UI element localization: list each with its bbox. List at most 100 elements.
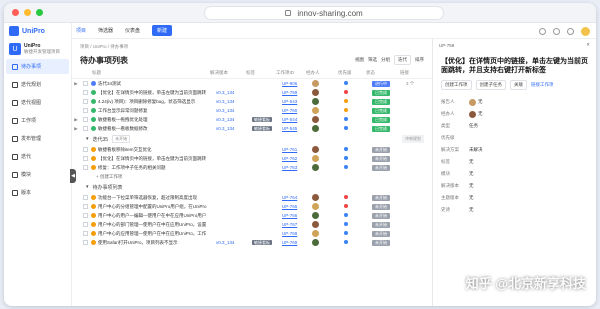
assignee-avatar[interactable] [312,89,319,96]
issue-title[interactable]: 用户中心的分组管理中配置的UniPro用户组，在UniPro [98,204,216,210]
status-badge[interactable]: 未开始 [372,203,390,210]
issue-id-link[interactable]: UP-762 [282,156,312,161]
sidebar-item[interactable]: 模块 [6,167,69,182]
table-row[interactable]: 用户中心的分组管理中配置的UniPro用户组，在UniPro UP-765 未开始 [72,202,432,211]
assignee-avatar[interactable] [312,146,319,153]
row-checkbox[interactable] [83,81,88,86]
row-checkbox[interactable] [83,213,88,218]
row-checkbox[interactable] [83,108,88,113]
assignee-avatar[interactable] [312,164,319,171]
row-checkbox[interactable] [83,195,88,200]
status-badge[interactable]: 进行中 [372,80,390,87]
row-checkbox[interactable] [83,222,88,227]
close-icon[interactable]: ✕ [586,42,590,48]
assignee-avatar[interactable] [312,239,319,246]
issue-title[interactable]: 迭代34测试 [98,81,216,87]
user-avatar[interactable] [581,27,590,36]
help-icon[interactable] [567,28,574,35]
row-checkbox[interactable] [83,231,88,236]
row-checkbox[interactable] [83,204,88,209]
assignee-avatar[interactable] [312,212,319,219]
col-status[interactable]: 状态 [366,70,400,76]
field-value[interactable]: 无 [469,110,483,118]
table-row[interactable]: ▶ 敏捷看板—看板数据修改 v0.3_134 敏捷看板 UP-545 已完成 [72,124,432,133]
link-issue-link[interactable]: 链接工作项 [531,82,554,88]
sidebar-item[interactable]: 发布管理 [6,131,69,146]
detail-field[interactable]: 解决版本 无 [433,180,596,192]
detail-field[interactable]: 类型 任务 [433,120,596,132]
status-badge[interactable]: 已完成 [372,125,390,132]
col-assignee[interactable]: 经办人 [306,70,338,76]
issue-id-link[interactable]: UP-906 [282,81,312,86]
table-row[interactable]: 4.24(iv) 项目)：项目删除修复bug，状态筛选显示 v0.3_134 UP-… [72,97,432,106]
issue-id-link[interactable]: UP-543 [282,99,312,104]
chevron-down-icon[interactable]: ▾ [86,184,89,190]
status-badge[interactable]: 未开始 [372,155,390,162]
row-checkbox[interactable] [83,117,88,122]
close-window-icon[interactable] [12,9,19,16]
issue-id-link[interactable]: UP-765 [282,204,312,209]
sidebar-item[interactable]: 待办事项 [6,59,69,74]
table-row[interactable]: 用户中心的用户—编辑—使用户在中在应用UniPro用户 UP-766 未开始 [72,211,432,220]
create-issue-button[interactable]: 创建工作项 [441,80,472,90]
col-title[interactable]: 标题 [92,70,210,76]
status-badge[interactable]: 未开始 [372,194,390,201]
table-row[interactable]: 功能台—下拉菜单筛选器恢复，超过限制高度出现 UP-764 未开始 [72,193,432,202]
issue-id-link[interactable]: UP-764 [282,195,312,200]
assignee-avatar[interactable] [312,98,319,105]
status-badge[interactable]: 未开始 [372,230,390,237]
sidebar-item[interactable]: 版本 [6,185,69,200]
status-badge[interactable]: 已完成 [372,116,390,123]
topnav-filters[interactable]: 筛选器 [98,27,113,34]
minimize-window-icon[interactable] [24,9,31,16]
table-row[interactable]: 【优化】在详情页中的链接，单击左键为当前页面跳转 v0.3_134 UP-759 已完… [72,88,432,97]
issue-title[interactable]: 4.24(iv) 项目)：项目删除修复bug，状态筛选显示 [98,99,216,105]
detail-field[interactable]: 报告人 无 [433,96,596,108]
col-id[interactable]: 工作项ID [276,70,306,76]
detail-field[interactable]: 史诗 无 [433,204,596,216]
issue-title[interactable]: 功能台—下拉菜单筛选器恢复，超过限制高度出现 [98,195,216,201]
status-badge[interactable]: 已完成 [372,98,390,105]
detail-field[interactable]: 标签 无 [433,156,596,168]
expand-icon[interactable]: ▶ [72,117,80,123]
assignee-avatar[interactable] [312,125,319,132]
issue-id-link[interactable]: UP-545 [282,126,312,131]
table-row[interactable]: 使用Safari打开UniPro，项目列表不显示 v0.3_134 敏捷看板 UP-7… [72,238,432,247]
sidebar-item[interactable]: 迭代规划 [6,77,69,92]
sidebar-item[interactable]: 工作项 [6,113,69,128]
row-checkbox[interactable] [83,156,88,161]
issue-title[interactable]: 敏捷看板—拖拽优化处理 [98,117,216,123]
sidebar-item[interactable]: 迭代 [6,149,69,164]
topnav-projects[interactable]: 项目 [76,27,86,34]
sidebar-collapse-button[interactable]: ◀ [70,169,76,183]
view-button[interactable]: 视图 [355,57,364,63]
issue-title[interactable]: 【优化】在详情页中的链接，单击左键为当前页面跳转 [98,90,216,96]
status-badge[interactable]: 已完成 [372,89,390,96]
issue-id-link[interactable]: UP-544 [282,117,312,122]
sort-button[interactable]: 排序 [415,57,424,63]
detail-field[interactable]: 模块 无 [433,168,596,180]
field-value[interactable]: 任务 [469,123,478,129]
issue-id-link[interactable]: UP-760 [282,108,312,113]
col-priority[interactable]: 优先级 [338,70,366,76]
start-sprint-button[interactable]: 冲刺规划 [402,135,424,143]
field-value[interactable]: 无 [469,171,474,177]
issue-title[interactable]: 用户中心的用户—编辑—使用户在中在应用UniPro用户 [98,213,216,219]
table-row[interactable]: ▶ 敏捷看板—拖拽优化处理 v0.3_134 敏捷看板 UP-544 已完成 [72,115,432,124]
table-row[interactable]: 用户中心的应用管理—使用户在中在应用UniPro，工作 UP-768 未开始 [72,229,432,238]
row-checkbox[interactable] [83,165,88,170]
issue-id-link[interactable]: UP-766 [282,213,312,218]
status-badge[interactable]: 已完成 [372,107,390,114]
create-issue-row[interactable]: + 创建工作项 [72,172,432,181]
create-subtask-button[interactable]: 创建子任务 [475,80,506,90]
table-row[interactable]: 修复：工作项中子任务的相关问题 UP-763 未开始 [72,163,432,172]
issue-id-link[interactable]: UP-763 [282,165,312,170]
row-checkbox[interactable] [83,90,88,95]
app-logo[interactable]: UniPro [4,23,71,39]
row-checkbox[interactable] [83,126,88,131]
status-badge[interactable]: 未开始 [372,164,390,171]
new-button[interactable]: 新建 [152,25,173,36]
table-row[interactable]: 敏捷看板移除item交互优化 UP-761 未开始 [72,145,432,154]
assignee-avatar[interactable] [312,116,319,123]
detail-field[interactable]: 解决方案 未解决 [433,144,596,156]
